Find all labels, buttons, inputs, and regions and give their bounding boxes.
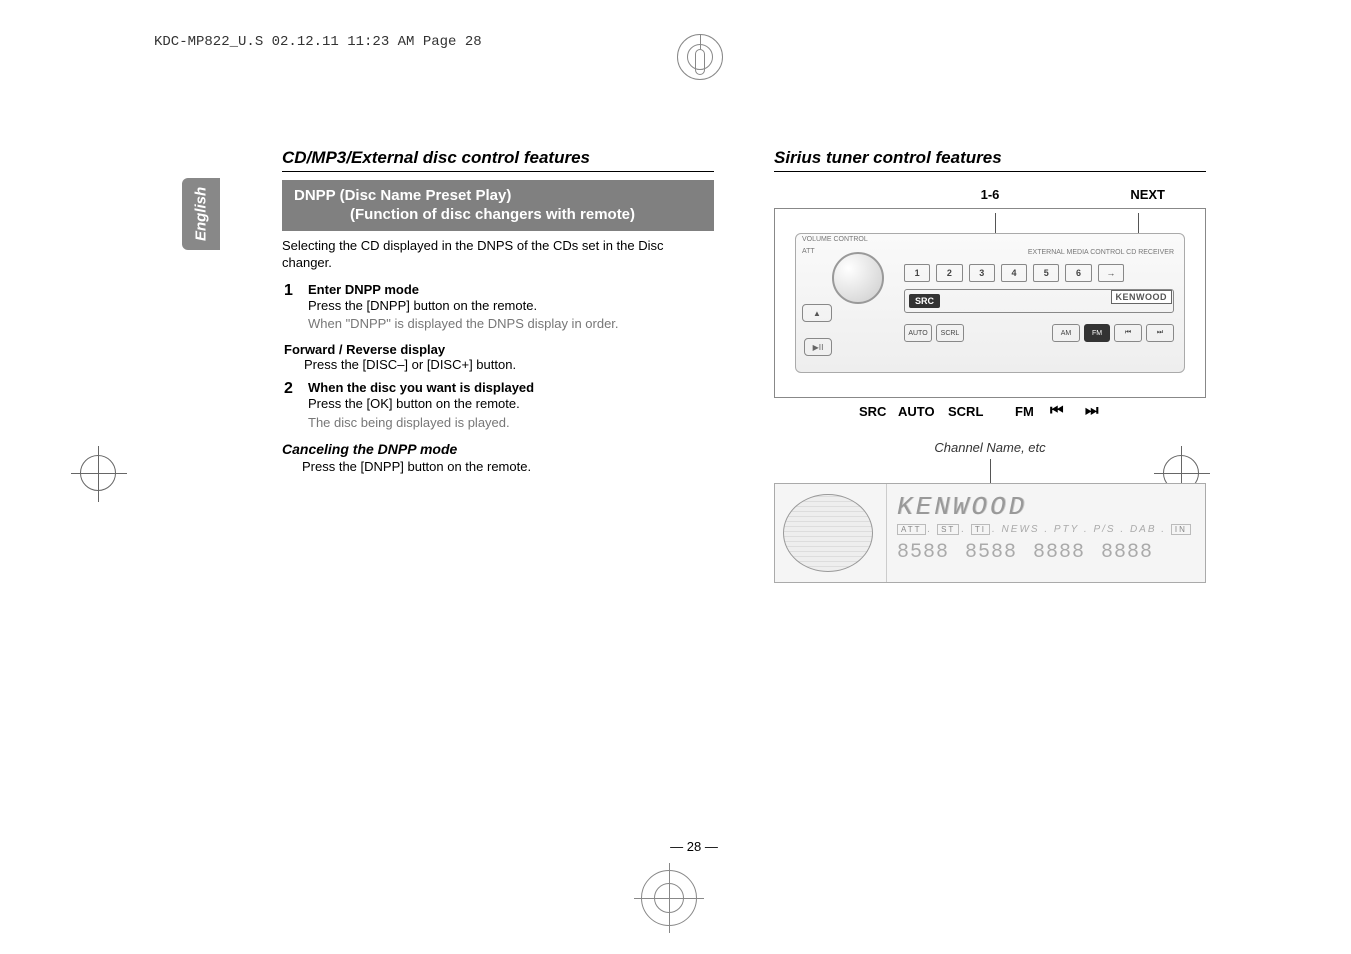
seg-num: 8888 bbox=[1033, 541, 1085, 564]
step-title: Enter DNPP mode bbox=[308, 282, 714, 297]
step-text: Press the [OK] button on the remote. bbox=[308, 395, 714, 414]
number-button: 5 bbox=[1033, 264, 1059, 282]
segment-indicators: ATT. ST. TI. NEWS . PTY . P/S . DAB . IN bbox=[897, 524, 1195, 535]
forward-button: ⏭ bbox=[1146, 324, 1174, 342]
lead-text: Selecting the CD displayed in the DNPS o… bbox=[282, 237, 714, 272]
eject-button bbox=[802, 304, 832, 322]
number-button: 1 bbox=[904, 264, 930, 282]
fm-button: FM bbox=[1084, 324, 1110, 342]
banner-sub: (Function of disc changers with remote) bbox=[294, 206, 702, 225]
scrl-button: SCRL bbox=[936, 324, 964, 342]
step-text: Press the [DNPP] button on the remote. bbox=[308, 297, 714, 316]
cancel-body: Press the [DNPP] button on the remote. bbox=[302, 459, 714, 474]
seg-num: 8888 bbox=[1101, 541, 1153, 564]
section-title-left: CD/MP3/External disc control features bbox=[282, 148, 714, 172]
label-next: NEXT bbox=[1130, 187, 1165, 202]
volume-label: VOLUME CONTROL bbox=[802, 236, 868, 243]
att-label: ATT bbox=[802, 248, 815, 255]
number-button: 4 bbox=[1001, 264, 1027, 282]
ind-rest: NEWS . PTY . P/S . DAB . bbox=[1002, 524, 1167, 535]
step-number: 1 bbox=[284, 282, 298, 335]
auto-button: AUTO bbox=[904, 324, 932, 342]
src-button: SRC bbox=[909, 294, 940, 308]
fwd-text: Press the [DISC–] or [DISC+] button. bbox=[304, 357, 714, 372]
number-button: 3 bbox=[969, 264, 995, 282]
ind-st: ST bbox=[937, 524, 959, 535]
step-1: 1 Enter DNPP mode Press the [DNPP] butto… bbox=[284, 282, 714, 335]
readout-display: KENWOOD ATT. ST. TI. NEWS . PTY . P/S . … bbox=[774, 483, 1206, 583]
crop-mark-bottom bbox=[641, 870, 697, 926]
label-forward: ⏭ bbox=[1085, 402, 1099, 419]
faceplate-diagram: 1-6 NEXT SRC AUTO SCRL FM ⏮ ⏭ VOLUME CON… bbox=[774, 208, 1206, 398]
readout-label: Channel Name, etc bbox=[774, 440, 1206, 455]
step-note: The disc being displayed is played. bbox=[308, 414, 714, 433]
label-rewind: ⏮ bbox=[1050, 402, 1064, 419]
step-title: When the disc you want is displayed bbox=[308, 380, 714, 395]
right-column: Sirius tuner control features 1-6 NEXT S… bbox=[774, 148, 1206, 583]
ind-in: IN bbox=[1171, 524, 1191, 535]
number-button: 2 bbox=[936, 264, 962, 282]
connector-line bbox=[990, 459, 991, 483]
fwd-label: Forward / Reverse display bbox=[284, 342, 714, 357]
crop-mark-top bbox=[665, 34, 735, 104]
kenwood-logo: KENWOOD bbox=[1111, 290, 1173, 304]
readout-globe bbox=[775, 484, 887, 582]
cancel-heading: Canceling the DNPP mode bbox=[282, 441, 714, 457]
ind-ti: TI bbox=[971, 524, 990, 535]
faceplate: VOLUME CONTROL ATT ▶ⅠⅠ 1 2 3 4 5 6 → EXT… bbox=[795, 233, 1185, 373]
label-1-6: 1-6 bbox=[981, 187, 1000, 202]
label-src: SRC bbox=[859, 404, 886, 419]
next-button: → bbox=[1098, 264, 1124, 282]
seg-num: 8588 bbox=[965, 541, 1017, 564]
step-note: When "DNPP" is displayed the DNPS displa… bbox=[308, 315, 714, 334]
banner-main: DNPP (Disc Name Preset Play) bbox=[294, 187, 511, 204]
left-column: CD/MP3/External disc control features DN… bbox=[282, 148, 714, 583]
seg-num: 8588 bbox=[897, 541, 949, 564]
page-number: — 28 — bbox=[670, 839, 718, 854]
globe-icon bbox=[783, 494, 873, 572]
label-scrl: SCRL bbox=[948, 404, 983, 419]
dnpp-banner: DNPP (Disc Name Preset Play) (Function o… bbox=[282, 180, 714, 231]
ext-label: EXTERNAL MEDIA CONTROL CD RECEIVER bbox=[1028, 249, 1174, 256]
ind-att: ATT bbox=[897, 524, 926, 535]
rewind-button: ⏮ bbox=[1114, 324, 1142, 342]
connector-line bbox=[1138, 213, 1139, 233]
number-button: 6 bbox=[1065, 264, 1091, 282]
registration-mark bbox=[80, 455, 116, 491]
lower-button-row: AUTO SCRL AM FM ⏮ ⏭ bbox=[904, 324, 1174, 342]
segment-numbers: 8588 8588 8888 8888 bbox=[897, 541, 1195, 564]
number-button-row: 1 2 3 4 5 6 → bbox=[904, 264, 1124, 282]
segment-main: KENWOOD bbox=[897, 492, 1195, 522]
play-pause-button: ▶ⅠⅠ bbox=[804, 338, 832, 356]
step-2: 2 When the disc you want is displayed Pr… bbox=[284, 380, 714, 433]
am-button: AM bbox=[1052, 324, 1080, 342]
step-number: 2 bbox=[284, 380, 298, 433]
side-language-tab: English bbox=[182, 178, 220, 250]
volume-knob bbox=[832, 252, 884, 304]
section-title-right: Sirius tuner control features bbox=[774, 148, 1206, 172]
label-fm: FM bbox=[1015, 404, 1034, 419]
label-auto: AUTO bbox=[898, 404, 935, 419]
print-header: KDC-MP822_U.S 02.12.11 11:23 AM Page 28 bbox=[154, 34, 482, 50]
forward-reverse: Forward / Reverse display Press the [DIS… bbox=[284, 342, 714, 372]
